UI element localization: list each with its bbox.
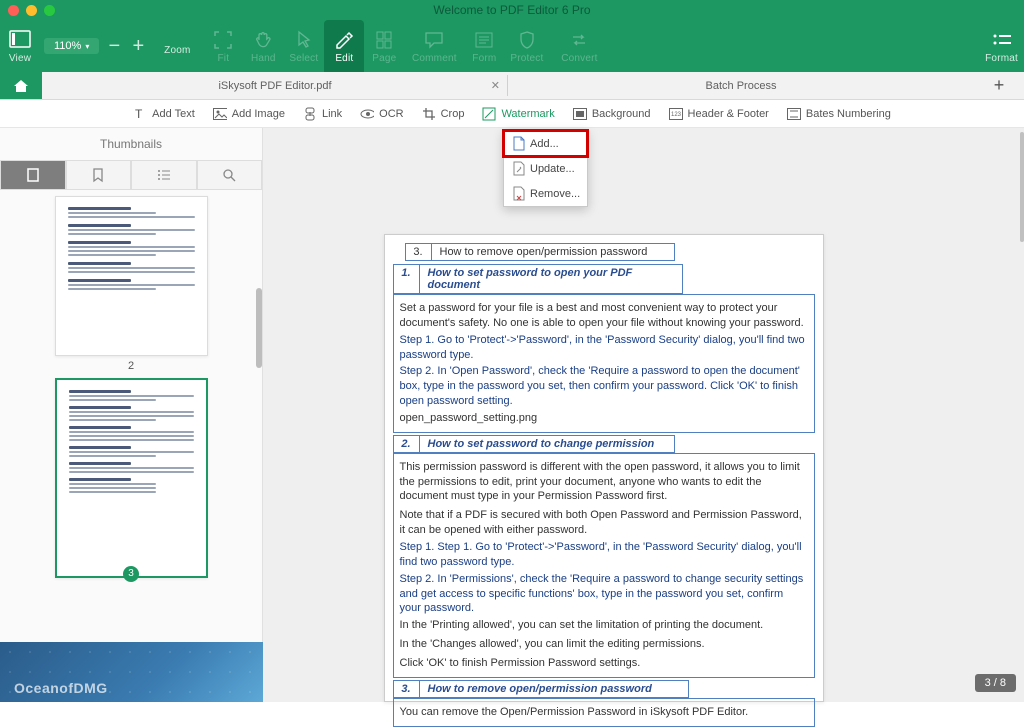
window-title: Welcome to PDF Editor 6 Pro	[0, 3, 1024, 17]
thumbnail-page-3[interactable]: 3	[0, 378, 262, 582]
watermark-button[interactable]: Watermark	[482, 107, 554, 121]
home-button[interactable]	[0, 72, 42, 99]
fit-tool[interactable]: Fit	[203, 20, 243, 72]
thumbnails-panel: Thumbnails 2	[0, 128, 263, 702]
tab-batch-process[interactable]: Batch Process	[508, 72, 974, 99]
bates-icon	[787, 107, 801, 121]
watermark-remove-item[interactable]: Remove...	[504, 181, 587, 206]
link-button[interactable]: Link	[303, 107, 342, 121]
format-icon	[991, 29, 1013, 51]
tabs-bar: iSkysoft PDF Editor.pdf ✕ Batch Process …	[0, 72, 1024, 100]
edit-sub-toolbar: TAdd Text Add Image Link OCR Crop Waterm…	[0, 100, 1024, 128]
header-footer-icon: 123	[669, 107, 683, 121]
edit-tool[interactable]: Edit	[324, 20, 364, 72]
svg-text:123: 123	[671, 112, 682, 118]
crop-icon	[422, 107, 436, 121]
new-tab-button[interactable]: +	[974, 72, 1024, 99]
zoom-value[interactable]: 110%▾	[44, 38, 99, 54]
protect-tool[interactable]: Protect	[504, 20, 549, 72]
thumbnails-scrollbar[interactable]	[254, 128, 262, 702]
thumbnails-title: Thumbnails	[0, 128, 262, 160]
page-add-icon	[512, 136, 525, 151]
search-view-button[interactable]	[197, 160, 263, 190]
select-tool[interactable]: Select	[283, 20, 324, 72]
edit-icon	[333, 29, 355, 51]
background-icon	[573, 107, 587, 121]
form-tool[interactable]: Form	[464, 20, 504, 72]
home-icon	[12, 78, 30, 94]
zoom-label: Zoom	[151, 20, 203, 72]
link-icon	[303, 107, 317, 121]
comment-tool[interactable]: Comment	[404, 20, 464, 72]
ocr-icon	[360, 107, 374, 121]
page-icon	[373, 29, 395, 51]
decorative-collage: OceanofDMG	[0, 642, 263, 702]
convert-icon	[568, 29, 590, 51]
watermark-text: OceanofDMG	[14, 680, 108, 696]
hand-tool[interactable]: Hand	[243, 20, 283, 72]
bookmarks-view-button[interactable]	[66, 160, 132, 190]
close-tab-icon[interactable]: ✕	[491, 79, 500, 92]
tab-document[interactable]: iSkysoft PDF Editor.pdf ✕	[42, 72, 508, 99]
page-counter: 3 / 8	[975, 674, 1016, 692]
page-update-icon	[512, 161, 525, 176]
hand-icon	[252, 29, 274, 51]
main-toolbar: View 110%▾ − + Zoom Fit Hand Select Edit…	[0, 20, 1024, 72]
convert-tool[interactable]: Convert	[549, 20, 609, 72]
format-tool[interactable]: Format	[979, 20, 1024, 72]
bates-numbering-button[interactable]: Bates Numbering	[787, 107, 891, 121]
thumbnail-page-2[interactable]: 2	[0, 196, 262, 372]
add-image-button[interactable]: Add Image	[213, 107, 285, 121]
view-tool[interactable]: View	[0, 20, 40, 72]
zoom-out-button[interactable]: −	[105, 35, 123, 58]
image-icon	[213, 107, 227, 121]
background-button[interactable]: Background	[573, 107, 651, 121]
select-icon	[293, 29, 315, 51]
thumbnails-view-button[interactable]	[0, 160, 66, 190]
document-viewport[interactable]: 3. How to remove open/permission passwor…	[263, 128, 944, 702]
view-icon	[9, 29, 31, 51]
add-text-button[interactable]: TAdd Text	[133, 107, 195, 121]
watermark-add-item[interactable]: Add...	[504, 131, 587, 156]
watermark-icon	[482, 107, 496, 121]
watermark-dropdown: Add... Update... Remove...	[503, 130, 588, 207]
fit-icon	[212, 29, 234, 51]
ocr-button[interactable]: OCR	[360, 107, 403, 121]
svg-text:T: T	[135, 107, 143, 121]
protect-icon	[516, 29, 538, 51]
document-scrollbar[interactable]	[1020, 132, 1024, 242]
form-icon	[473, 29, 495, 51]
comment-icon	[423, 29, 445, 51]
document-page: 3. How to remove open/permission passwor…	[384, 234, 824, 702]
page-remove-icon	[512, 186, 525, 201]
text-icon: T	[133, 107, 147, 121]
right-gutter: 3 / 8	[944, 128, 1024, 702]
crop-button[interactable]: Crop	[422, 107, 465, 121]
page-tool[interactable]: Page	[364, 20, 404, 72]
header-footer-button[interactable]: 123Header & Footer	[669, 107, 769, 121]
zoom-in-button[interactable]: +	[129, 35, 147, 58]
watermark-update-item[interactable]: Update...	[504, 156, 587, 181]
outline-view-button[interactable]	[131, 160, 197, 190]
